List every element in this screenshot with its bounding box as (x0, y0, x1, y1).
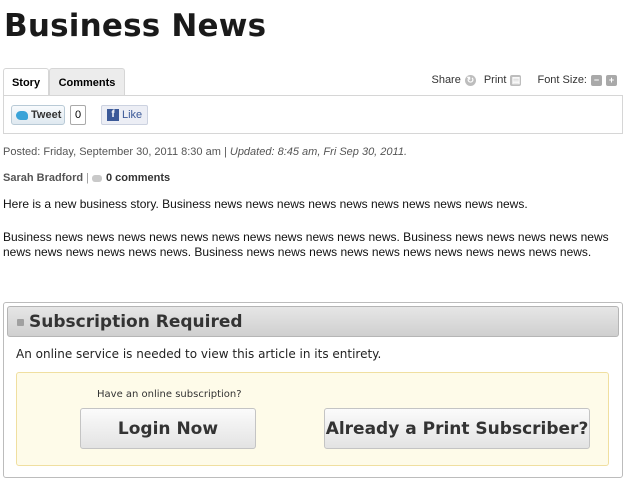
subscription-question: Have an online subscription? (97, 389, 242, 400)
author-link[interactable]: Sarah Bradford (3, 172, 83, 184)
twitter-bird-icon (16, 110, 28, 120)
tab-story[interactable]: Story (3, 68, 49, 97)
share-icon[interactable]: ↻ (464, 74, 476, 86)
page-title: Business News (4, 8, 267, 44)
font-size-label: Font Size: (537, 74, 587, 86)
facebook-like-button[interactable]: f Like (101, 105, 148, 125)
lock-icon (17, 319, 24, 326)
font-increase-icon[interactable]: + (606, 74, 617, 86)
tweet-label: Tweet (31, 109, 62, 121)
tweet-button[interactable]: Tweet (11, 105, 65, 125)
article-tools: Share ↻ Print ▤ Font Size: − + (431, 74, 617, 86)
article-paragraph: Here is a new business story. Business n… (3, 197, 528, 211)
social-bar: Tweet 0 f Like (3, 95, 623, 134)
tab-comments[interactable]: Comments (49, 68, 125, 96)
subscription-panel: Have an online subscription? Login Now A… (16, 372, 609, 466)
print-icon[interactable]: ▤ (510, 74, 522, 86)
byline-separator: | (86, 172, 89, 184)
tweet-count: 0 (70, 105, 86, 125)
subscription-note: An online service is needed to view this… (16, 347, 382, 361)
posted-text: Posted: Friday, September 30, 2011 8:30 … (3, 146, 227, 158)
login-button[interactable]: Login Now (80, 408, 256, 449)
print-subscriber-button[interactable]: Already a Print Subscriber? (324, 408, 590, 449)
tab-bar: Story Comments Share ↻ Print ▤ Font Size… (3, 68, 623, 97)
subscription-header: Subscription Required (7, 306, 619, 337)
share-link[interactable]: Share (431, 74, 460, 86)
print-link[interactable]: Print (484, 74, 507, 86)
font-decrease-icon[interactable]: − (591, 74, 602, 86)
updated-text: Updated: 8:45 am, Fri Sep 30, 2011. (229, 146, 408, 158)
subscription-box: Subscription Required An online service … (3, 302, 623, 478)
article-paragraph: Business news news news news news news n… (3, 230, 609, 259)
comment-bubble-icon (91, 174, 102, 182)
byline: Sarah Bradford | 0 comments (3, 172, 170, 184)
comments-link[interactable]: 0 comments (106, 172, 170, 184)
like-label: Like (122, 109, 143, 121)
posted-date: Posted: Friday, September 30, 2011 8:30 … (3, 146, 407, 158)
subscription-heading: Subscription Required (29, 311, 243, 332)
facebook-icon: f (107, 109, 119, 121)
